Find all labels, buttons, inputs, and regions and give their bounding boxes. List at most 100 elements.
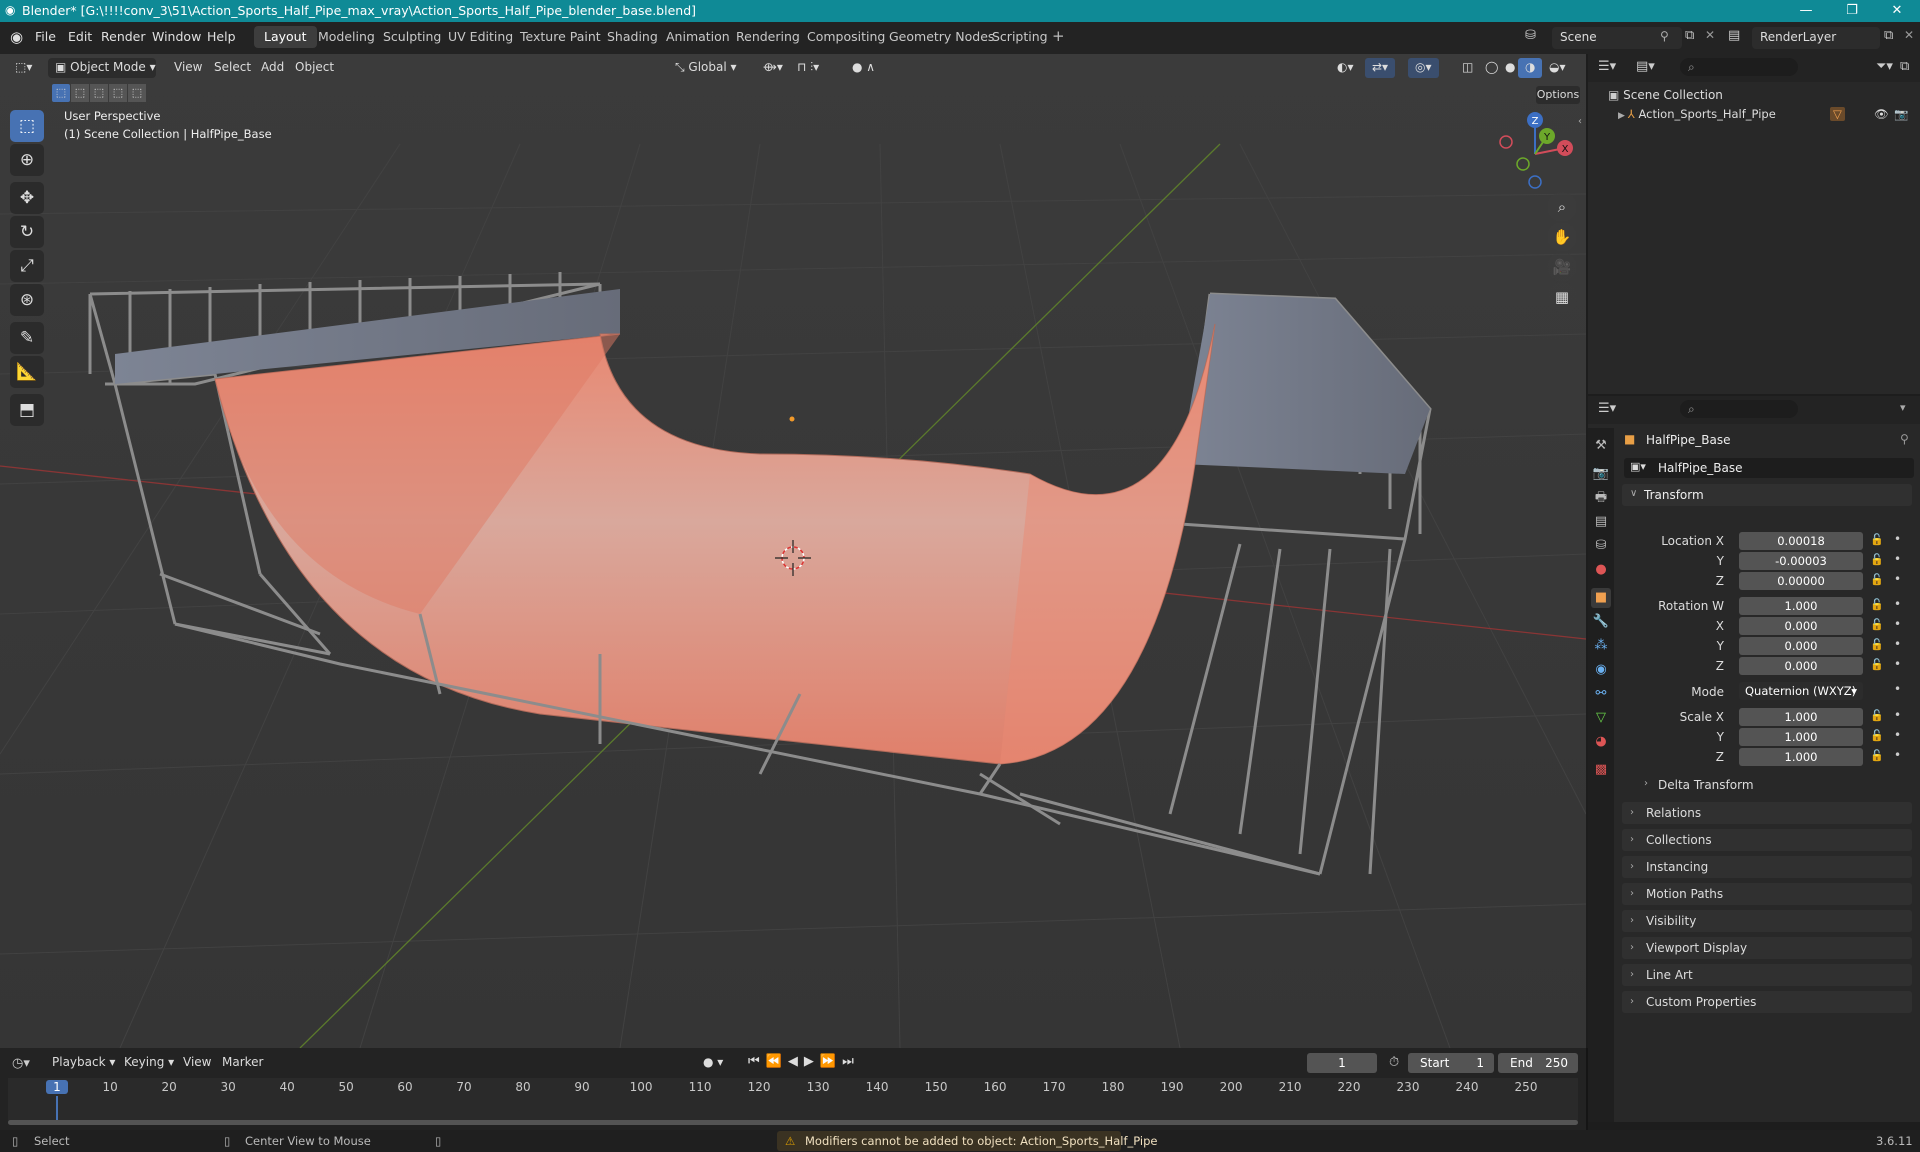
lock-icon[interactable]: 🔓 xyxy=(1870,533,1884,546)
world-tab-icon[interactable]: ● xyxy=(1591,560,1611,580)
select-new-icon[interactable]: ⬚ xyxy=(52,84,70,102)
viewport-menu-view[interactable]: View xyxy=(167,58,209,78)
object-name-field[interactable]: ▣▾ HalfPipe_Base xyxy=(1624,458,1914,478)
lock-icon[interactable]: 🔓 xyxy=(1870,658,1884,671)
display-mode-icon[interactable]: ▤▾ xyxy=(1636,59,1655,74)
annotate-tool[interactable]: ✎ xyxy=(10,322,44,354)
keyframe-dot-icon[interactable]: • xyxy=(1894,617,1901,631)
keyframe-dot-icon[interactable]: • xyxy=(1894,572,1901,586)
keyframe-dot-icon[interactable]: • xyxy=(1894,532,1901,546)
lock-icon[interactable]: 🔓 xyxy=(1870,598,1884,611)
tool-tab-icon[interactable]: ⚒ xyxy=(1591,436,1611,456)
camera-view-icon[interactable]: 🎥 xyxy=(1547,252,1577,282)
axis-neg-x-handle[interactable] xyxy=(1499,135,1513,149)
panel-line-art[interactable]: › Line Art xyxy=(1622,964,1912,986)
mode-dropdown[interactable]: ▣ Object Mode ▾ xyxy=(48,58,156,78)
view-layer-field[interactable]: RenderLayer xyxy=(1752,27,1880,49)
perspective-grid-icon[interactable]: ▦ xyxy=(1547,282,1577,312)
cursor-tool[interactable]: ⊕ xyxy=(10,144,44,176)
menu-render[interactable]: Render xyxy=(101,29,146,44)
keyframe-dot-icon[interactable]: • xyxy=(1894,552,1901,566)
camera-icon[interactable]: 📷 xyxy=(1894,107,1908,121)
viewport-menu-object[interactable]: Object xyxy=(288,58,341,78)
viewport-menu-select[interactable]: Select xyxy=(207,58,258,78)
select-invert-icon[interactable]: ⬚ xyxy=(109,84,127,102)
keyframe-dot-icon[interactable]: • xyxy=(1894,657,1901,671)
lock-icon[interactable]: 🔓 xyxy=(1870,573,1884,586)
output-tab-icon[interactable]: 🖶 xyxy=(1591,488,1611,508)
scene-selector-icon[interactable]: ⛁ xyxy=(1525,28,1536,43)
menu-help[interactable]: Help xyxy=(207,29,236,44)
menu-window[interactable]: Window xyxy=(152,29,201,44)
maximize-button[interactable]: ❐ xyxy=(1829,0,1875,22)
scale-z-field[interactable]: 1.000 xyxy=(1739,748,1863,766)
zoom-icon[interactable]: ⌕ xyxy=(1547,192,1577,222)
menu-edit[interactable]: Edit xyxy=(68,29,92,44)
location-z-field[interactable]: 0.00000 xyxy=(1739,572,1863,590)
panel-custom-properties[interactable]: › Custom Properties xyxy=(1622,991,1912,1013)
lock-icon[interactable]: 🔓 xyxy=(1870,749,1884,762)
particles-tab-icon[interactable]: ⁂ xyxy=(1591,636,1611,656)
panel-instancing[interactable]: › Instancing xyxy=(1622,856,1912,878)
add-cube-tool[interactable]: ⬒ xyxy=(10,394,44,426)
material-shading-icon[interactable]: ◑ xyxy=(1518,58,1543,78)
sidebar-toggle-icon[interactable]: ‹ xyxy=(1578,116,1582,127)
axis-neg-y-handle[interactable] xyxy=(1516,157,1530,171)
transform-panel-header[interactable]: ∨ Transform xyxy=(1622,484,1912,506)
tab-texture-paint[interactable]: Texture Paint xyxy=(510,26,611,48)
new-view-layer-icon[interactable]: ⧉ xyxy=(1884,28,1893,43)
lock-icon[interactable]: 🔓 xyxy=(1870,729,1884,742)
outliner-item[interactable]: ▶ ⅄ Action_Sports_Half_Pipe ▽ 👁 📷 xyxy=(1618,107,1918,125)
view-layer-tab-icon[interactable]: ▤ xyxy=(1591,512,1611,532)
navigation-gizmo[interactable]: Z Y X xyxy=(1495,112,1585,192)
material-tab-icon[interactable]: ◕ xyxy=(1591,732,1611,752)
filter-icon[interactable]: ⏷▾ xyxy=(1876,59,1893,74)
object-tab-icon[interactable]: ■ xyxy=(1591,588,1611,608)
measure-tool[interactable]: 📐 xyxy=(10,356,44,388)
rotation-x-field[interactable]: 0.000 xyxy=(1739,617,1863,635)
scene-tab-icon[interactable]: ⛁ xyxy=(1591,536,1611,556)
timeline-scrollbar[interactable] xyxy=(8,1120,1578,1125)
physics-tab-icon[interactable]: ◉ xyxy=(1591,660,1611,680)
render-tab-icon[interactable]: 📷 xyxy=(1591,464,1611,484)
3d-viewport[interactable]: ⬚▾ ▣ Object Mode ▾ View Select Add Objec… xyxy=(0,54,1586,1048)
object-type-icon[interactable]: ▣▾ xyxy=(1630,460,1646,473)
rotation-z-field[interactable]: 0.000 xyxy=(1739,657,1863,675)
options-button[interactable]: Options xyxy=(1536,86,1580,104)
blender-menu-icon[interactable]: ◉ xyxy=(10,28,23,46)
proportional-edit-icon[interactable]: ● ∧ xyxy=(845,58,882,78)
location-y-field[interactable]: -0.00003 xyxy=(1739,552,1863,570)
editor-type-icon[interactable]: ☰▾ xyxy=(1598,59,1616,74)
scale-y-field[interactable]: 1.000 xyxy=(1739,728,1863,746)
view-layer-icon[interactable]: ▤ xyxy=(1728,28,1740,43)
scale-x-field[interactable]: 1.000 xyxy=(1739,708,1863,726)
rotation-y-field[interactable]: 0.000 xyxy=(1739,637,1863,655)
delete-view-layer-icon[interactable]: ✕ xyxy=(1904,28,1914,42)
lock-icon[interactable]: 🔓 xyxy=(1870,638,1884,651)
eye-icon[interactable]: 👁 xyxy=(1874,107,1889,121)
scale-tool[interactable]: ⤢ xyxy=(10,250,44,282)
visibility-icon[interactable]: ◐▾ xyxy=(1330,58,1361,78)
minimize-button[interactable]: — xyxy=(1783,0,1829,22)
texture-tab-icon[interactable]: ▩ xyxy=(1591,760,1611,780)
properties-search-input[interactable]: ⌕ xyxy=(1680,400,1798,418)
modifier-tab-icon[interactable]: 🔧 xyxy=(1591,612,1611,632)
lock-icon[interactable]: 🔓 xyxy=(1870,709,1884,722)
delete-scene-icon[interactable]: ✕ xyxy=(1705,28,1715,42)
keyframe-dot-icon[interactable]: • xyxy=(1894,682,1901,696)
new-scene-icon[interactable]: ⧉ xyxy=(1685,28,1694,43)
pan-hand-icon[interactable]: ✋ xyxy=(1547,222,1577,252)
keyframe-dot-icon[interactable]: • xyxy=(1894,637,1901,651)
transform-orientation-dropdown[interactable]: ⤡ Global ▾ xyxy=(668,58,746,78)
xray-toggle-icon[interactable]: ◫ xyxy=(1455,58,1480,78)
location-x-field[interactable]: 0.00018 xyxy=(1739,532,1863,550)
rotate-tool[interactable]: ↻ xyxy=(10,216,44,248)
select-box-tool[interactable]: ⬚ xyxy=(10,110,44,142)
move-tool[interactable]: ✥ xyxy=(10,182,44,214)
editor-type-icon[interactable]: ⬚▾ xyxy=(8,58,39,78)
outliner-search-input[interactable]: ⌕ xyxy=(1680,58,1798,76)
lock-icon[interactable]: 🔓 xyxy=(1870,618,1884,631)
lock-icon[interactable]: 🔓 xyxy=(1870,553,1884,566)
select-extend-icon[interactable]: ⬚ xyxy=(71,84,89,102)
chevron-down-icon[interactable]: ▾ xyxy=(1900,401,1906,414)
